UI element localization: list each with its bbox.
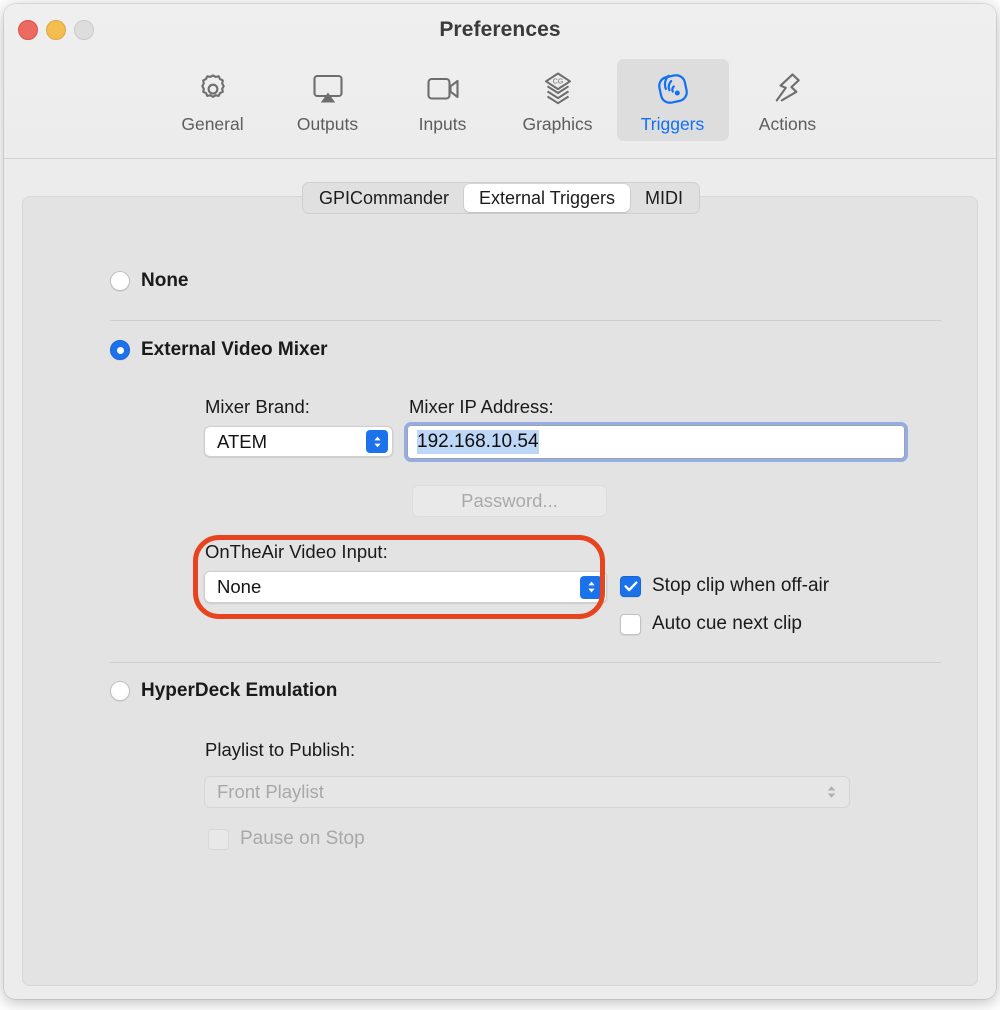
wireless-trigger-icon <box>652 68 694 110</box>
radio-indicator[interactable] <box>110 681 130 701</box>
playlist-to-publish-label: Playlist to Publish: <box>205 739 356 760</box>
gear-icon <box>193 68 233 110</box>
radio-label: HyperDeck Emulation <box>141 680 338 701</box>
chevron-up-down-icon <box>580 575 602 599</box>
video-camera-icon <box>422 68 464 110</box>
divider-bottom <box>110 662 941 663</box>
checkbox-label: Stop clip when off-air <box>652 575 830 596</box>
tab-bar: GPICommander External Triggers MIDI <box>23 182 979 214</box>
divider-top <box>110 320 941 321</box>
radio-indicator[interactable] <box>110 340 130 360</box>
toolbar-item-general[interactable]: General <box>157 59 269 141</box>
ontheair-video-input-value: None <box>217 576 262 597</box>
toolbar-item-label: General <box>181 114 244 134</box>
preferences-content-panel: GPICommander External Triggers MIDI None… <box>22 182 978 986</box>
mixer-brand-select[interactable]: ATEM <box>204 426 393 457</box>
chevron-up-down-icon <box>826 784 837 800</box>
ontheair-video-input-select[interactable]: None <box>204 571 607 603</box>
toolbar-item-outputs[interactable]: Outputs <box>272 59 384 141</box>
chevron-up-down-icon <box>366 430 388 453</box>
lightning-ribbon-icon <box>767 68 809 110</box>
preferences-toolbar: General Outputs Inputs CG Graphics Trigg… <box>4 59 996 141</box>
tab-midi[interactable]: MIDI <box>630 184 698 212</box>
checkbox-label: Pause on Stop <box>240 828 365 849</box>
toolbar-item-label: Actions <box>758 114 817 134</box>
mixer-ip-value: 192.168.10.54 <box>417 430 539 454</box>
checkbox-auto-cue-next-clip[interactable]: Auto cue next clip <box>620 613 802 635</box>
airplay-display-icon <box>307 68 349 110</box>
tab-gpicommander[interactable]: GPICommander <box>304 184 464 212</box>
preferences-window: Preferences General Outputs Inputs CG Gr… <box>4 4 996 999</box>
segmented-control: GPICommander External Triggers MIDI <box>301 182 701 214</box>
playlist-to-publish-select[interactable]: Front Playlist <box>204 776 850 808</box>
toolbar-item-actions[interactable]: Actions <box>732 59 844 141</box>
checkbox-indicator[interactable] <box>620 613 641 635</box>
mixer-brand-value: ATEM <box>217 430 268 452</box>
radio-indicator[interactable] <box>110 271 130 291</box>
svg-text:CG: CG <box>552 79 563 86</box>
toolbar-item-label: Graphics <box>522 114 593 134</box>
checkbox-indicator[interactable] <box>208 828 229 850</box>
toolbar-item-label: Triggers <box>640 114 705 134</box>
toolbar-item-label: Outputs <box>296 114 359 134</box>
radio-option-hyperdeck-emulation[interactable]: HyperDeck Emulation <box>110 680 337 702</box>
checkbox-pause-on-stop[interactable]: Pause on Stop <box>208 828 365 850</box>
tab-label: MIDI <box>645 187 684 208</box>
checkbox-stop-clip-when-off-air[interactable]: Stop clip when off-air <box>620 575 829 597</box>
tab-external-triggers[interactable]: External Triggers <box>463 184 631 212</box>
tab-label: External Triggers <box>478 187 616 208</box>
toolbar-item-triggers[interactable]: Triggers <box>616 59 729 141</box>
radio-label: External Video Mixer <box>141 339 328 360</box>
mixer-ip-label: Mixer IP Address: <box>409 396 554 417</box>
window-title: Preferences <box>439 18 561 41</box>
radio-label: None <box>141 270 189 291</box>
layers-cg-icon: CG <box>537 68 579 110</box>
toolbar-item-graphics[interactable]: CG Graphics <box>502 59 614 141</box>
checkbox-indicator[interactable] <box>620 575 641 597</box>
ontheair-video-input-label: OnTheAir Video Input: <box>205 541 388 562</box>
toolbar-item-inputs[interactable]: Inputs <box>387 59 499 141</box>
window-titlebar: Preferences General Outputs Inputs CG Gr… <box>4 4 996 159</box>
mixer-brand-label: Mixer Brand: <box>205 396 310 417</box>
radio-option-none[interactable]: None <box>110 270 189 292</box>
playlist-to-publish-value: Front Playlist <box>217 781 324 802</box>
toolbar-item-label: Inputs <box>418 114 467 134</box>
mixer-ip-input[interactable]: 192.168.10.54 <box>404 422 908 462</box>
radio-option-external-video-mixer[interactable]: External Video Mixer <box>110 339 328 361</box>
tab-label: GPICommander <box>318 187 449 208</box>
password-button[interactable]: Password... <box>412 485 607 517</box>
checkbox-label: Auto cue next clip <box>652 613 802 634</box>
